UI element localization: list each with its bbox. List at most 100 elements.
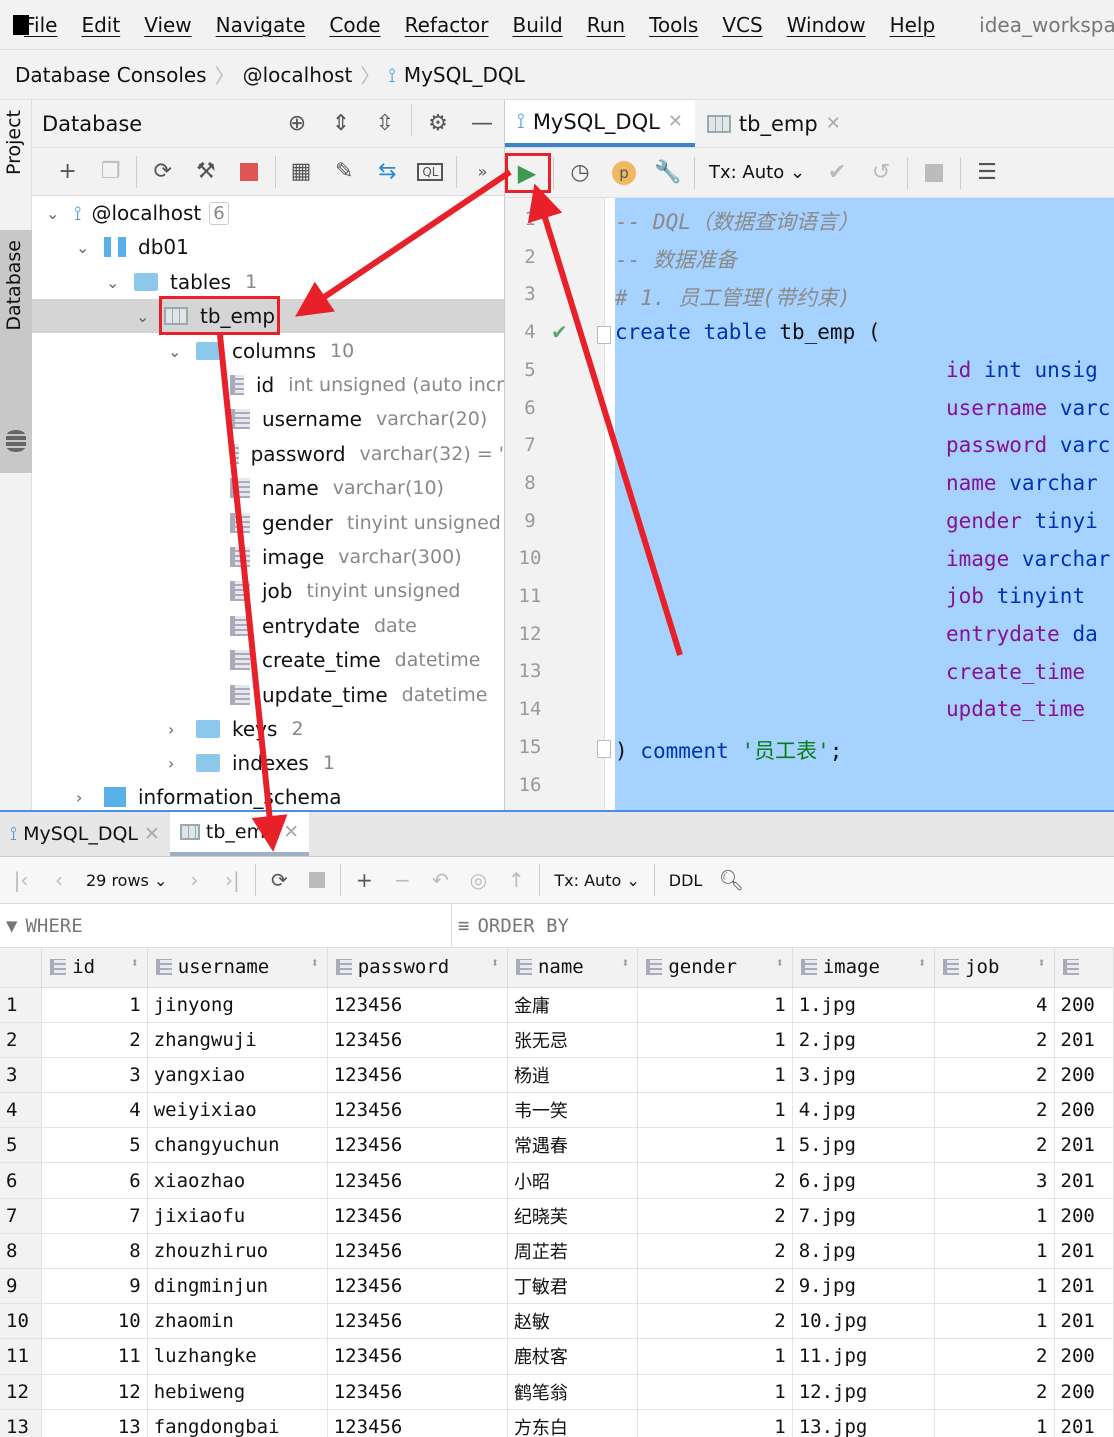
rows-count-dropdown[interactable]: 29 rows ⌄ [86, 871, 167, 890]
refresh-icon[interactable]: ⟳ [141, 152, 184, 192]
table-cell[interactable]: 小昭 [507, 1162, 639, 1199]
history-clock-icon[interactable]: ◷ [558, 153, 602, 193]
ddl-button[interactable]: DDL [669, 871, 703, 890]
table-cell[interactable]: 10 [41, 1303, 148, 1340]
table-cell[interactable]: 2 [934, 1374, 1055, 1410]
table-cell[interactable]: 2 [934, 1092, 1055, 1129]
stop-icon[interactable] [298, 860, 336, 900]
transaction-mode-dropdown[interactable]: Tx: Auto ⌄ [554, 871, 639, 890]
parameters-icon[interactable]: p [602, 153, 646, 193]
table-row[interactable]: 2 2 zhangwuji 123456 张无忌 1 2.jpg 2 201 [0, 1022, 1114, 1058]
table-cell[interactable]: 2 [934, 1338, 1055, 1375]
menu-view[interactable]: View [144, 13, 191, 37]
table-cell[interactable]: 13.jpg [792, 1409, 936, 1437]
execute-run-icon[interactable]: ▶ [505, 153, 549, 193]
tree-node-column[interactable]: create_time datetime [32, 643, 504, 677]
preview-changes-icon[interactable]: ◎ [459, 860, 497, 900]
table-cell[interactable]: 200 [1054, 1198, 1114, 1234]
table-cell[interactable]: 123456 [327, 1374, 508, 1410]
table-cell[interactable]: 123456 [327, 1092, 508, 1129]
table-cell[interactable]: 1 [637, 1409, 793, 1437]
table-cell[interactable]: 6 [41, 1162, 148, 1199]
tree-node-column[interactable]: gender tinyint unsigned [32, 506, 504, 540]
table-row[interactable]: 6 6 xiaozhao 123456 小昭 2 6.jpg 3 201 [0, 1162, 1114, 1199]
table-cell[interactable]: 123456 [327, 1057, 508, 1094]
table-cell[interactable]: 1 [934, 1303, 1055, 1340]
table-cell[interactable]: 5 [41, 1127, 148, 1164]
sort-icon[interactable]: ⬍ [1038, 956, 1046, 971]
table-cell[interactable]: 赵敏 [507, 1303, 639, 1340]
table-cell[interactable]: 10.jpg [792, 1303, 936, 1340]
breadcrumb-item[interactable]: @localhost [243, 63, 353, 87]
table-cell[interactable]: 纪晓芙 [507, 1198, 639, 1234]
table-cell[interactable]: 1 [934, 1198, 1055, 1234]
column-header[interactable]: id ⬍ [41, 948, 148, 988]
table-cell[interactable]: zhaomin [147, 1303, 328, 1340]
table-cell[interactable]: weiyixiao [147, 1092, 328, 1129]
menu-edit[interactable]: Edit [81, 13, 120, 37]
wrench-icon[interactable]: 🔧 [646, 153, 690, 193]
collapse-all-icon[interactable]: ⇳ [363, 104, 407, 144]
table-cell[interactable]: 鹿杖客 [507, 1338, 639, 1375]
tab-tb-emp[interactable]: tb_emp ✕ [695, 100, 853, 147]
table-cell[interactable]: 4 [41, 1092, 148, 1129]
duplicate-icon[interactable]: ❐ [89, 152, 132, 192]
table-row[interactable]: 5 5 changyuchun 123456 常遇春 1 5.jpg 2 201 [0, 1127, 1114, 1164]
rollback-icon[interactable]: ↺ [859, 153, 903, 193]
tree-node-indexes[interactable]: › indexes 1 [32, 746, 504, 780]
table-row[interactable]: 1 1 jinyong 123456 金庸 1 1.jpg 4 200 [0, 987, 1114, 1023]
table-cell[interactable]: 1.jpg [792, 987, 936, 1023]
submit-icon[interactable]: ↑ [497, 860, 535, 900]
where-filter-input[interactable]: ▼ WHERE [0, 904, 452, 947]
menu-tools[interactable]: Tools [649, 13, 698, 37]
table-cell[interactable]: 8 [41, 1233, 148, 1270]
table-cell[interactable]: 2 [637, 1162, 793, 1199]
table-cell[interactable]: 2.jpg [792, 1022, 936, 1058]
table-row[interactable]: 12 12 hebiweng 123456 鹤笔翁 1 12.jpg 2 200 [0, 1374, 1114, 1410]
table-cell[interactable]: 1 [637, 1022, 793, 1058]
tree-node-column[interactable]: update_time datetime [32, 678, 504, 712]
table-cell[interactable]: zhangwuji [147, 1022, 328, 1058]
column-header[interactable] [1054, 948, 1114, 988]
table-cell[interactable]: 2 [637, 1303, 793, 1340]
revert-icon[interactable]: ↶ [421, 860, 459, 900]
table-cell[interactable]: jixiaofu [147, 1198, 328, 1234]
table-cell[interactable]: 金庸 [507, 987, 639, 1023]
table-row[interactable]: 9 9 dingminjun 123456 丁敏君 2 9.jpg 1 201 [0, 1268, 1114, 1305]
column-header[interactable]: job ⬍ [934, 948, 1055, 988]
table-cell[interactable]: 杨逍 [507, 1057, 639, 1094]
table-row[interactable]: 3 3 yangxiao 123456 杨逍 1 3.jpg 2 200 [0, 1057, 1114, 1094]
table-cell[interactable]: 1 [934, 1233, 1055, 1270]
table-cell[interactable]: luzhangke [147, 1338, 328, 1375]
sort-icon[interactable]: ⬍ [491, 956, 499, 971]
table-cell[interactable]: 1 [637, 1338, 793, 1375]
menu-build[interactable]: Build [513, 13, 563, 37]
table-row[interactable]: 10 10 zhaomin 123456 赵敏 2 10.jpg 1 201 [0, 1303, 1114, 1340]
sort-icon[interactable]: ⬍ [776, 956, 784, 971]
column-header[interactable]: password ⬍ [327, 948, 508, 988]
table-cell[interactable]: 8.jpg [792, 1233, 936, 1270]
column-header[interactable]: username ⬍ [147, 948, 328, 988]
close-icon[interactable]: ✕ [668, 111, 683, 132]
table-cell[interactable]: 200 [1054, 1057, 1114, 1094]
menu-refactor[interactable]: Refactor [405, 13, 489, 37]
table-cell[interactable]: 123456 [327, 1022, 508, 1058]
table-cell[interactable]: 7 [41, 1198, 148, 1234]
fold-icon[interactable] [597, 326, 611, 344]
table-cell[interactable]: 3 [41, 1057, 148, 1094]
table-cell[interactable]: 123456 [327, 1162, 508, 1199]
table-cell[interactable]: 201 [1054, 1127, 1114, 1164]
menu-navigate[interactable]: Navigate [216, 13, 306, 37]
gear-icon[interactable]: ⚙ [416, 104, 460, 144]
previous-page-icon[interactable]: ‹ [40, 860, 78, 900]
table-cell[interactable]: 11.jpg [792, 1338, 936, 1375]
project-tool-tab[interactable]: Project [3, 110, 25, 175]
table-cell[interactable]: 1 [934, 1268, 1055, 1305]
table-cell[interactable]: 123456 [327, 987, 508, 1023]
table-cell[interactable]: 2 [934, 1127, 1055, 1164]
menu-vcs[interactable]: VCS [722, 13, 762, 37]
table-cell[interactable]: 12 [41, 1374, 148, 1410]
tab-mysql-dql[interactable]: ⟟ MySQL_DQL ✕ [0, 812, 170, 856]
table-cell[interactable]: 123456 [327, 1303, 508, 1340]
table-cell[interactable]: 1 [41, 987, 148, 1023]
